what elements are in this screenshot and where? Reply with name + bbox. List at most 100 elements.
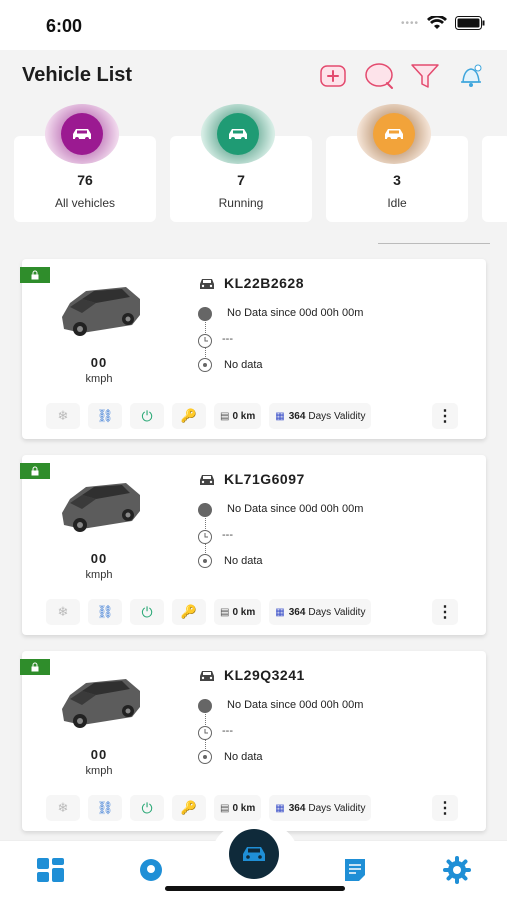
validity-label: Days Validity — [308, 606, 366, 618]
report-icon[interactable] — [338, 853, 372, 887]
speed-value: 00 — [90, 355, 108, 370]
validity-label: Days Validity — [308, 410, 366, 422]
idle-badge — [357, 104, 431, 164]
header: Vehicle List 76 All vehicles 7 Running 3… — [0, 50, 507, 236]
location-pin-icon — [198, 750, 212, 764]
car-icon — [73, 129, 91, 141]
immobilize-button[interactable]: ❄ — [46, 795, 80, 821]
all-vehicles-badge — [45, 104, 119, 164]
status-bar: 6:00 •••• — [0, 0, 507, 50]
speed-value: 00 — [90, 747, 108, 762]
vehicle-card[interactable]: 00 kmph KL71G6097 No Data since 00d 00h … — [20, 455, 486, 635]
vehicle-plate: KL22B2628 — [224, 275, 304, 291]
last-time: --- — [222, 725, 233, 737]
odometer-chip[interactable]: ▤ 0 km — [214, 403, 262, 429]
notification-bell-icon[interactable] — [455, 60, 487, 92]
power-button[interactable]: ⏻ — [130, 403, 164, 429]
odometer-chip[interactable]: ▤ 0 km — [214, 795, 262, 821]
status-dot-icon — [198, 503, 212, 517]
action-row: ❄ ⛓ ⏻ 🔑 ▤ 0 km ▦ 364 Days Validity — [46, 403, 372, 429]
battery-icon — [455, 16, 485, 30]
search-icon[interactable] — [363, 60, 395, 92]
link-icon: ⛓ — [96, 604, 114, 619]
odometer-chip[interactable]: ▤ 0 km — [214, 599, 262, 625]
more-options-icon[interactable]: ⋮ — [432, 403, 458, 429]
calendar-icon: ▦ — [275, 802, 285, 814]
summary-label: Running — [218, 196, 264, 210]
summary-card-partial[interactable] — [482, 136, 507, 222]
car-image — [62, 483, 140, 532]
location-pin-icon — [198, 554, 212, 568]
add-icon[interactable] — [317, 60, 349, 92]
running-badge — [201, 104, 275, 164]
calendar-icon: ▦ — [275, 410, 285, 422]
odometer-icon: ▤ — [220, 410, 230, 422]
vehicle-icon[interactable] — [229, 829, 279, 879]
key-button[interactable]: 🔑 — [172, 403, 206, 429]
odometer-value: 0 km — [232, 606, 256, 618]
key-button[interactable]: 🔑 — [172, 599, 206, 625]
share-link-button[interactable]: ⛓ — [88, 599, 122, 625]
status-icons: •••• — [401, 16, 485, 30]
action-row: ❄ ⛓ ⏻ 🔑 ▤ 0 km ▦ 364 Days Validity — [46, 599, 372, 625]
car-image — [62, 287, 140, 336]
odometer-value: 0 km — [232, 802, 256, 814]
wifi-icon — [427, 16, 447, 29]
summary-count: 76 — [77, 172, 93, 188]
bottom-nav — [0, 821, 507, 900]
validity-label: Days Validity — [308, 802, 366, 814]
vehicle-card[interactable]: 00 kmph KL22B2628 No Data since 00d 00h … — [20, 259, 486, 439]
power-button[interactable]: ⏻ — [130, 599, 164, 625]
last-time: --- — [222, 529, 233, 541]
key-icon: 🔑 — [180, 604, 198, 619]
no-data-since: No Data since 00d 00h 00m — [227, 307, 364, 319]
dashboard-icon[interactable] — [34, 853, 68, 887]
location-pin-icon — [198, 358, 212, 372]
odometer-icon: ▤ — [220, 802, 230, 814]
snowflake-icon: ❄ — [57, 800, 69, 815]
car-front-icon — [200, 475, 214, 485]
key-icon: 🔑 — [180, 408, 198, 423]
last-time: --- — [222, 333, 233, 345]
share-link-button[interactable]: ⛓ — [88, 795, 122, 821]
speed-value: 00 — [90, 551, 108, 566]
settings-icon[interactable] — [440, 853, 474, 887]
key-icon: 🔑 — [180, 800, 198, 815]
calendar-icon: ▦ — [275, 606, 285, 618]
car-front-icon — [200, 671, 214, 681]
power-icon: ⏻ — [141, 407, 153, 424]
validity-chip[interactable]: ▦ 364 Days Validity — [269, 403, 372, 429]
power-icon: ⏻ — [141, 603, 153, 620]
odometer-icon: ▤ — [220, 606, 230, 618]
validity-chip[interactable]: ▦ 364 Days Validity — [269, 599, 372, 625]
center-tab — [213, 821, 297, 881]
vehicle-plate: KL71G6097 — [224, 471, 305, 487]
location-icon[interactable] — [134, 853, 168, 887]
key-button[interactable]: 🔑 — [172, 795, 206, 821]
filter-icon[interactable] — [409, 60, 441, 92]
more-options-icon[interactable]: ⋮ — [432, 599, 458, 625]
immobilize-button[interactable]: ❄ — [46, 403, 80, 429]
power-icon: ⏻ — [141, 799, 153, 816]
validity-chip[interactable]: ▦ 364 Days Validity — [269, 795, 372, 821]
lock-badge — [20, 659, 50, 675]
car-icon — [229, 129, 247, 141]
immobilize-button[interactable]: ❄ — [46, 599, 80, 625]
power-button[interactable]: ⏻ — [130, 795, 164, 821]
status-time: 6:00 — [46, 16, 83, 36]
page-title: Vehicle List — [22, 64, 133, 86]
lock-icon — [31, 270, 39, 280]
vehicle-plate: KL29Q3241 — [224, 667, 305, 683]
share-link-button[interactable]: ⛓ — [88, 403, 122, 429]
vehicle-card[interactable]: 00 kmph KL29Q3241 No Data since 00d 00h … — [20, 651, 486, 831]
signal-icon: •••• — [400, 17, 419, 29]
link-icon: ⛓ — [96, 408, 114, 423]
validity-days: 364 — [288, 410, 306, 422]
speed-unit: kmph — [85, 569, 113, 581]
status-dot-icon — [198, 699, 212, 713]
more-options-icon[interactable]: ⋮ — [432, 795, 458, 821]
location-text: No data — [224, 555, 263, 567]
status-dot-icon — [198, 307, 212, 321]
link-icon: ⛓ — [96, 800, 114, 815]
header-actions — [317, 60, 487, 92]
